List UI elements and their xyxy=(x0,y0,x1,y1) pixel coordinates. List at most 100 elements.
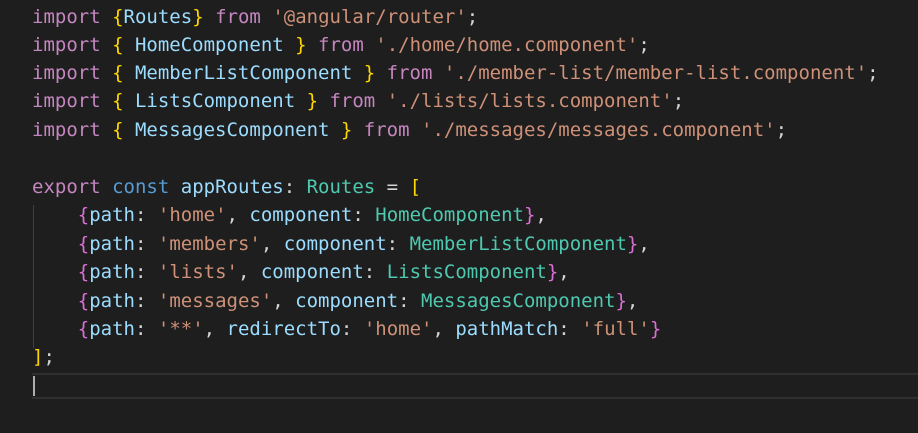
code-token: , xyxy=(272,290,296,312)
code-token: MessagesComponent xyxy=(123,119,341,141)
code-line[interactable]: {path: 'members', component: MemberListC… xyxy=(32,230,650,258)
code-token: import xyxy=(32,6,101,28)
code-token: '@angular/router' xyxy=(272,6,467,28)
code-line[interactable]: {path: '**', redirectTo: 'home', pathMat… xyxy=(32,315,662,343)
code-token: : xyxy=(386,233,410,255)
code-line[interactable]: ]; xyxy=(32,343,55,371)
code-token: from xyxy=(363,119,410,141)
code-token: , xyxy=(237,261,261,283)
code-token: } xyxy=(626,233,639,255)
code-token: 'home' xyxy=(363,318,433,340)
code-token: : xyxy=(134,290,158,312)
current-line-highlight xyxy=(32,373,918,399)
code-line[interactable]: {path: 'lists', component: ListsComponen… xyxy=(32,258,570,286)
code-token: , xyxy=(260,233,284,255)
code-token: : xyxy=(340,318,364,340)
code-token: '**' xyxy=(157,318,204,340)
code-token: = xyxy=(375,176,410,198)
code-token: './messages/messages.component' xyxy=(421,119,776,141)
code-token: , xyxy=(558,261,570,283)
code-token: , xyxy=(626,290,639,312)
code-line[interactable]: {path: 'messages', component: MessagesCo… xyxy=(32,287,639,315)
code-token: import xyxy=(32,34,101,56)
code-token: } xyxy=(295,34,307,56)
code-line[interactable]: import { ListsComponent } from './lists/… xyxy=(32,87,684,115)
code-token: ListsComponent xyxy=(386,261,547,283)
code-token: : xyxy=(134,261,158,283)
code-token: } xyxy=(340,119,353,141)
code-token: component xyxy=(260,261,364,283)
code-line[interactable]: export const appRoutes: Routes = [ xyxy=(32,173,421,201)
code-token: ListsComponent xyxy=(123,90,307,112)
text-cursor xyxy=(33,376,35,396)
code-token: from xyxy=(329,90,376,112)
code-token: './member-list/member-list.component' xyxy=(443,62,868,84)
code-line[interactable]: {path: 'home', component: HomeComponent}… xyxy=(32,201,547,229)
code-token: ; xyxy=(466,6,479,28)
code-token: path xyxy=(89,290,135,312)
code-token: from xyxy=(386,62,433,84)
code-token: component xyxy=(295,290,399,312)
code-token: } xyxy=(306,90,319,112)
code-token: { xyxy=(77,233,90,255)
code-token: path xyxy=(89,261,135,283)
code-token: , xyxy=(226,204,250,226)
code-token: , xyxy=(638,233,650,255)
code-token: redirectTo xyxy=(226,318,341,340)
code-line[interactable]: import { MessagesComponent } from './mes… xyxy=(32,116,787,144)
code-token: } xyxy=(615,290,627,312)
code-token: { xyxy=(112,90,124,112)
code-line[interactable]: import {Routes} from '@angular/router'; xyxy=(32,3,478,31)
code-token: path xyxy=(89,204,135,226)
code-token: : xyxy=(134,318,158,340)
code-token: const xyxy=(112,176,170,198)
code-token: [ xyxy=(409,176,422,198)
code-token: import xyxy=(32,90,101,112)
code-token: { xyxy=(77,290,90,312)
code-token: : xyxy=(134,233,158,255)
code-line[interactable]: import { HomeComponent } from './home/ho… xyxy=(32,31,650,59)
code-editor[interactable]: import {Routes} from '@angular/router'; … xyxy=(0,0,918,433)
code-token: 'home' xyxy=(157,204,227,226)
code-token: ; xyxy=(867,62,879,84)
code-token: { xyxy=(112,119,124,141)
code-token: : xyxy=(558,318,582,340)
code-token: import xyxy=(32,119,101,141)
code-token: 'messages' xyxy=(157,290,273,312)
code-token: { xyxy=(77,204,90,226)
code-token: } xyxy=(192,6,204,28)
code-token: import xyxy=(32,62,101,84)
code-token: path xyxy=(89,318,135,340)
code-line[interactable]: import { MemberListComponent } from './m… xyxy=(32,59,879,87)
code-token: 'full' xyxy=(581,318,650,340)
code-token: : xyxy=(398,290,421,312)
code-token: ; xyxy=(672,90,685,112)
code-token: component xyxy=(283,233,387,255)
code-token: from xyxy=(318,34,364,56)
code-token: './home/home.component' xyxy=(375,34,639,56)
code-token: { xyxy=(77,261,90,283)
code-token: } xyxy=(363,62,376,84)
code-token: , xyxy=(535,204,547,226)
code-token: 'lists' xyxy=(157,261,238,283)
code-token: MessagesComponent xyxy=(421,290,616,312)
code-token: { xyxy=(112,62,124,84)
code-token: } xyxy=(523,204,536,226)
code-token: , xyxy=(432,318,456,340)
